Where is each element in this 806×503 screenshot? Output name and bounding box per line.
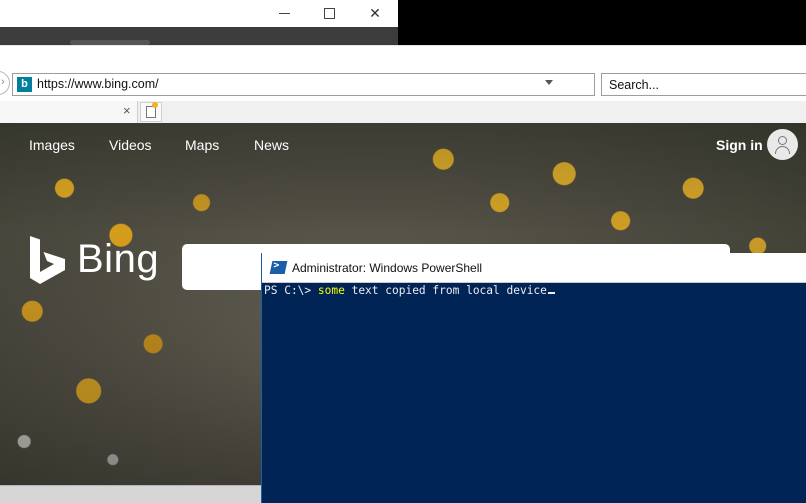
powershell-window[interactable]: > Administrator: Windows PowerShell PS C… (261, 253, 806, 503)
close-button[interactable]: ✕ (352, 0, 398, 26)
back-button[interactable]: › (0, 71, 10, 95)
person-icon (778, 136, 787, 145)
desktop: ✕ › b https://www.bing.com/ × (0, 0, 806, 503)
window-toolbar-strip (0, 27, 398, 45)
minimize-button[interactable] (261, 0, 307, 26)
background-window-titlebar: ✕ (0, 0, 398, 45)
person-icon-body (775, 146, 790, 154)
user-avatar-button[interactable] (767, 129, 798, 160)
nav-images-link[interactable]: Images (29, 137, 75, 153)
maximize-icon (323, 7, 335, 19)
powershell-console[interactable]: PS C:\> some text copied from local devi… (262, 283, 806, 503)
console-command: some (317, 284, 345, 297)
address-row: › b https://www.bing.com/ (0, 45, 806, 101)
browser-search-box[interactable] (601, 73, 806, 96)
minimize-icon (278, 12, 290, 14)
address-url[interactable]: https://www.bing.com/ (37, 77, 159, 91)
nav-news-link[interactable]: News (254, 137, 289, 153)
tab-row: × (0, 101, 806, 123)
bing-logo-text: Bing (77, 237, 160, 281)
tab-close-icon[interactable]: × (123, 103, 131, 118)
nav-videos-link[interactable]: Videos (109, 137, 152, 153)
bing-logo[interactable]: Bing (28, 234, 168, 288)
console-cursor (547, 292, 555, 294)
browser-search-input[interactable] (602, 74, 806, 95)
maximize-button[interactable] (306, 0, 352, 26)
sign-in-link[interactable]: Sign in (716, 137, 763, 153)
console-prompt: PS C:\> (264, 284, 318, 297)
console-arguments: text copied from local device (344, 284, 547, 297)
new-tab-button[interactable] (140, 102, 162, 122)
powershell-titlebar[interactable]: > Administrator: Windows PowerShell (262, 253, 806, 283)
new-tab-sparkle-icon (152, 102, 158, 108)
address-dropdown-icon[interactable] (545, 80, 553, 85)
address-bar[interactable]: b https://www.bing.com/ (12, 73, 595, 96)
bing-logo-icon (30, 236, 65, 284)
bing-favicon-icon: b (17, 77, 32, 92)
powershell-icon: > (269, 260, 288, 274)
back-arrow-icon: › (1, 76, 5, 88)
nav-maps-link[interactable]: Maps (185, 137, 219, 153)
tab-bing[interactable]: × (0, 101, 138, 123)
powershell-title: Administrator: Windows PowerShell (292, 261, 483, 275)
